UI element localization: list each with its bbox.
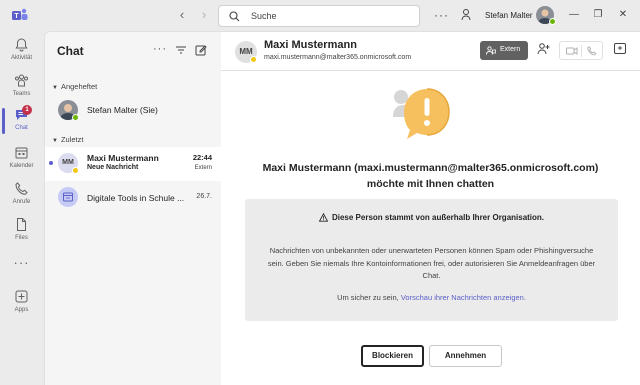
accept-button[interactable]: Annehmen xyxy=(429,345,502,367)
forward-icon[interactable]: › xyxy=(198,8,210,22)
presence-available-icon xyxy=(549,18,556,25)
rail-item-chat[interactable]: 1 Chat xyxy=(0,105,43,139)
caret-down-icon: ▼ xyxy=(52,138,58,144)
chat-item-preview: Neue Nachricht xyxy=(87,164,139,171)
teams-logo-icon: T xyxy=(12,8,28,20)
close-icon[interactable]: ✕ xyxy=(617,9,629,21)
audio-call-icon[interactable] xyxy=(587,46,597,56)
safety-hint: Um sicher zu sein, Vorschau ihrer Nachri… xyxy=(245,293,618,302)
rail-label: Teams xyxy=(12,91,31,97)
warning-header: Diese Person stammt von außerhalb Ihrer … xyxy=(245,212,618,222)
chat-request-line1: Maxi Mustermann (maxi.mustermann@malter3… xyxy=(262,162,599,174)
meeting-avatar xyxy=(58,187,78,207)
call-buttons xyxy=(559,41,603,60)
preview-messages-link[interactable]: Vorschau ihrer Nachrichten anzeigen. xyxy=(401,293,526,302)
search-placeholder: Suche xyxy=(251,11,277,21)
extern-label: Extern xyxy=(500,46,521,53)
rail-item-files[interactable]: Files xyxy=(0,215,43,249)
chat-item-self[interactable]: Stefan Malter (Sie) xyxy=(45,94,221,128)
header-divider xyxy=(221,70,640,71)
unread-badge: 1 xyxy=(22,105,32,115)
more-options-icon[interactable]: ··· xyxy=(153,44,166,56)
svg-text:T: T xyxy=(14,13,19,20)
warning-box: Diese Person stammt von außerhalb Ihrer … xyxy=(245,199,618,321)
popout-icon[interactable] xyxy=(614,43,626,54)
calendar-icon xyxy=(15,147,28,159)
back-icon[interactable]: ‹ xyxy=(176,8,188,22)
more-icon: ··· xyxy=(13,255,30,270)
section-label: Zuletzt xyxy=(60,135,84,144)
minimize-icon[interactable]: — xyxy=(568,9,580,21)
rail-label: Chat xyxy=(15,125,28,131)
rail-label: Apps xyxy=(14,307,29,313)
rail-label: Anrufe xyxy=(12,199,31,205)
warning-text: Nachrichten von unbekannten oder unerwar… xyxy=(267,246,596,280)
title-bar: T ‹ › Suche ··· Stefan Malter — ❐ ✕ xyxy=(0,0,640,31)
warning-chat-icon xyxy=(393,88,450,139)
rail-item-calendar[interactable]: Kalender xyxy=(0,143,43,177)
rail-label: Aktivität xyxy=(10,55,32,61)
chat-main: MM Maxi Mustermann maxi.mustermann@malte… xyxy=(221,31,640,385)
divider xyxy=(581,45,582,57)
chat-item-maxi[interactable]: MM Maxi Mustermann Neue Nachricht 22:44 … xyxy=(45,147,221,181)
apps-icon xyxy=(15,290,28,303)
user-name[interactable]: Stefan Malter xyxy=(485,11,533,20)
rail-item-teams[interactable]: Teams xyxy=(0,71,43,105)
rail-item-more[interactable]: ··· xyxy=(0,255,43,289)
video-call-icon[interactable] xyxy=(566,46,578,56)
phone-icon xyxy=(15,182,28,195)
contact-email: maxi.mustermann@malter365.onmicrosoft.co… xyxy=(264,54,412,61)
chat-item-name: Stefan Malter (Sie) xyxy=(87,105,158,115)
chat-request-title: Maxi Mustermann (maxi.mustermann@malter3… xyxy=(221,160,640,192)
rail-item-activity[interactable]: Aktivität xyxy=(0,35,43,69)
people-icon[interactable] xyxy=(460,8,473,21)
chat-item-time: 22:44 xyxy=(192,153,212,162)
rail-item-calls[interactable]: Anrufe xyxy=(0,179,43,213)
rail-label: Kalender xyxy=(9,163,34,169)
search-icon xyxy=(229,11,240,22)
bell-icon xyxy=(15,38,28,52)
unread-dot xyxy=(49,161,53,165)
extern-tag: Extern xyxy=(194,165,212,171)
chat-item-time: 26.7. xyxy=(196,193,212,200)
presence-available-icon xyxy=(72,114,79,121)
rail-item-apps[interactable]: Apps xyxy=(0,287,43,321)
restore-icon[interactable]: ❐ xyxy=(592,9,604,21)
chat-list-title: Chat xyxy=(57,44,84,58)
chat-item-digitale-tools[interactable]: Digitale Tools in Schule ... 26.7. xyxy=(45,181,221,215)
warning-title: Diese Person stammt von außerhalb Ihrer … xyxy=(331,213,545,222)
rail-label: Files xyxy=(15,235,28,241)
filter-icon[interactable] xyxy=(175,44,187,56)
presence-warning-icon xyxy=(250,56,257,63)
new-chat-icon[interactable] xyxy=(195,44,207,56)
section-pinned[interactable]: ▼ Angeheftet xyxy=(52,82,97,91)
extern-button[interactable]: Extern xyxy=(480,41,528,60)
block-button[interactable]: Blockieren xyxy=(361,345,424,367)
contact-name[interactable]: Maxi Mustermann xyxy=(264,39,357,51)
chat-request-line2: möchte mit Ihnen chatten xyxy=(366,178,495,190)
search-input[interactable]: Suche xyxy=(218,5,420,27)
more-options-icon[interactable]: ··· xyxy=(434,8,449,22)
external-people-icon xyxy=(486,46,496,55)
caret-down-icon: ▼ xyxy=(52,85,58,91)
warning-triangle-icon xyxy=(318,212,329,222)
safety-prefix: Um sicher zu sein, xyxy=(337,293,401,302)
add-people-icon[interactable] xyxy=(537,42,550,55)
section-recent[interactable]: ▼ Zuletzt xyxy=(52,135,83,144)
chat-list-panel: Chat ··· ▼ Angeheftet Stefan Malter (Sie)… xyxy=(44,31,221,385)
section-label: Angeheftet xyxy=(60,82,98,91)
file-icon xyxy=(17,218,26,231)
teams-icon xyxy=(15,74,28,87)
app-rail: Aktivität Teams 1 Chat Kalender Anrufe F… xyxy=(0,31,43,385)
presence-warning-icon xyxy=(72,167,79,174)
chat-item-name: Digitale Tools in Schule ... xyxy=(87,193,185,203)
chat-item-name: Maxi Mustermann xyxy=(87,153,159,163)
